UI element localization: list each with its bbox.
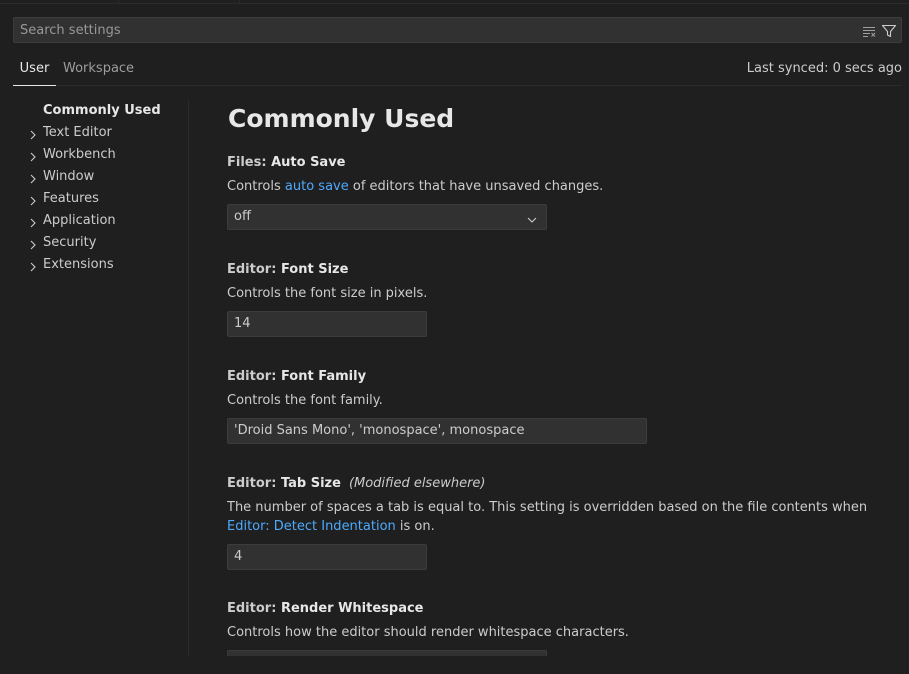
input-value: 14: [234, 316, 251, 331]
active-editor-tab[interactable]: [118, 0, 240, 3]
settings-list: Commonly Used Files: Auto Save Controls …: [227, 99, 887, 656]
toc-item-workbench[interactable]: Workbench: [13, 144, 189, 166]
search-input[interactable]: [14, 18, 854, 42]
setting-category: Editor:: [227, 476, 281, 491]
toc-item-security[interactable]: Security: [13, 232, 189, 254]
chevron-right-icon: [27, 193, 39, 206]
toc-item-text-editor[interactable]: Text Editor: [13, 122, 189, 144]
setting-category: Editor:: [227, 369, 281, 384]
font-size-input[interactable]: 14: [227, 311, 427, 337]
setting-description: Controls how the editor should render wh…: [227, 625, 629, 640]
toc-item-features[interactable]: Features: [13, 188, 189, 210]
toc-item-label: Text Editor: [43, 125, 112, 140]
toc-item-commonly-used[interactable]: Commonly Used: [13, 100, 189, 122]
toc-item-window[interactable]: Window: [13, 166, 189, 188]
dropdown-value: off: [234, 209, 251, 224]
tab-user[interactable]: User: [13, 56, 56, 86]
detect-indentation-link[interactable]: Editor: Detect Indentation: [227, 519, 396, 534]
setting-editor-font-family: Editor: Font Family Controls the font fa…: [227, 368, 877, 444]
setting-category: Files:: [227, 155, 272, 170]
toc-item-label: Window: [43, 169, 95, 184]
setting-editor-font-size: Editor: Font Size Controls the font size…: [227, 261, 877, 337]
setting-category: Editor:: [227, 601, 281, 616]
toc-item-label: Application: [43, 213, 116, 228]
toc-item-label: Workbench: [43, 147, 116, 162]
toc-item-label: Commonly Used: [43, 103, 161, 118]
settings-scope-tabs: User Workspace Last synced: 0 secs ago: [13, 56, 902, 86]
toc-item-label: Security: [43, 235, 97, 250]
settings-search-box[interactable]: [13, 17, 902, 43]
setting-description: Controls the font size in pixels.: [227, 286, 428, 301]
setting-title: Editor: Render Whitespace: [227, 600, 877, 618]
chevron-down-icon: [526, 211, 538, 223]
sync-status: Last synced: 0 secs ago: [746, 61, 902, 76]
settings-toc: Commonly Used Text Editor Workbench Wind…: [13, 99, 189, 656]
description-text: is on.: [395, 519, 435, 534]
setting-title: Editor: Font Size: [227, 261, 877, 279]
setting-files-auto-save: Files: Auto Save Controls auto save of e…: [227, 154, 877, 230]
setting-name: Tab Size: [280, 476, 341, 491]
setting-title: Editor: Tab Size (Modified elsewhere): [227, 475, 877, 493]
description-text: The number of spaces a tab is equal to. …: [227, 500, 868, 515]
editor-tab-strip: [0, 0, 909, 4]
setting-title: Editor: Font Family: [227, 368, 877, 386]
chevron-right-icon: [27, 149, 39, 162]
toc-item-label: Extensions: [43, 257, 114, 272]
filter-icon[interactable]: [881, 23, 897, 39]
render-whitespace-dropdown[interactable]: [227, 650, 547, 656]
chevron-right-icon: [27, 237, 39, 250]
setting-description: The number of spaces a tab is equal to. …: [227, 498, 877, 536]
chevron-right-icon: [27, 259, 39, 272]
toc-item-extensions[interactable]: Extensions: [13, 254, 189, 276]
auto-save-link[interactable]: auto save: [285, 179, 349, 194]
chevron-right-icon: [27, 127, 39, 140]
font-family-input[interactable]: 'Droid Sans Mono', 'monospace', monospac…: [227, 418, 647, 444]
setting-editor-render-whitespace: Editor: Render Whitespace Controls how t…: [227, 600, 877, 656]
setting-description: Controls auto save of editors that have …: [227, 177, 877, 196]
setting-category: Editor:: [227, 262, 281, 277]
setting-name: Render Whitespace: [280, 601, 424, 616]
chevron-right-icon: [27, 215, 39, 228]
setting-editor-tab-size: Editor: Tab Size (Modified elsewhere) The…: [227, 475, 877, 570]
tab-size-input[interactable]: 4: [227, 544, 427, 570]
toc-item-application[interactable]: Application: [13, 210, 189, 232]
tab-workspace[interactable]: Workspace: [63, 56, 134, 86]
setting-name: Font Size: [280, 262, 349, 277]
description-text: Controls: [227, 179, 285, 194]
setting-name: Auto Save: [271, 155, 346, 170]
section-title: Commonly Used: [228, 104, 455, 133]
input-value: 4: [234, 549, 243, 564]
setting-name: Font Family: [280, 369, 367, 384]
auto-save-dropdown[interactable]: off: [227, 204, 547, 230]
modified-elsewhere-indicator[interactable]: (Modified elsewhere): [349, 476, 486, 491]
description-text: of editors that have unsaved changes.: [348, 179, 604, 194]
clear-filter-icon[interactable]: [861, 23, 877, 39]
toc-item-label: Features: [43, 191, 99, 206]
chevron-right-icon: [27, 171, 39, 184]
setting-title: Files: Auto Save: [227, 154, 877, 172]
setting-description: Controls the font family.: [227, 393, 383, 408]
input-value: 'Droid Sans Mono', 'monospace', monospac…: [234, 423, 525, 438]
